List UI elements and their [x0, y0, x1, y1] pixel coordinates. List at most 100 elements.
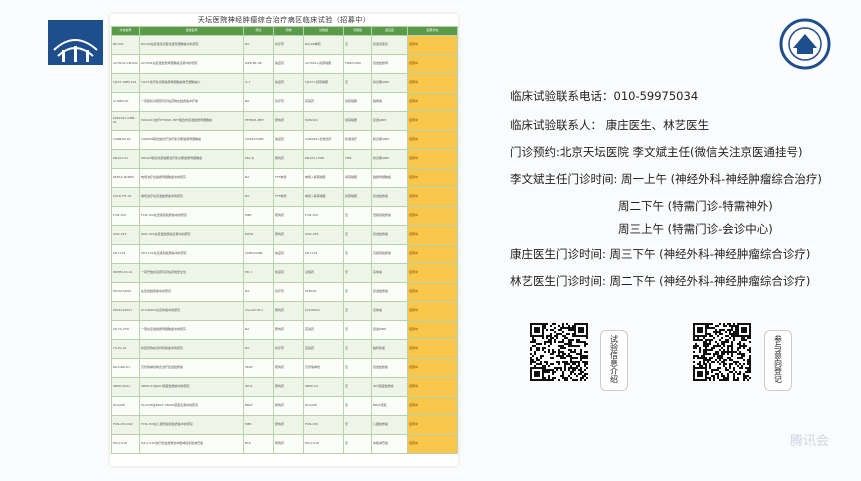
table-cell: WLHA-TRAN — [111, 282, 140, 302]
table-cell: VEGF — [243, 358, 274, 378]
table-row: CANBAN-02 CAN008联合放化疗治疗新诊断胶质母细胞瘤 CD95/CD95… — [111, 130, 458, 150]
table-row: BG-DRG-01 贝伐珠单抗联合治疗复发胶质瘤 VEGF 靶向药 贝伐珠单抗无复发胶质… — [111, 358, 458, 378]
table-cell: 胶质母细胞瘤 — [371, 168, 408, 188]
table-cell: ACT001在复发胶质母细胞瘤患者中的研究 — [139, 54, 244, 74]
document-title: 天坛医院神经肿瘤综合治疗病区临床试验（招募中） — [197, 16, 371, 24]
table-cell: IL-7 — [243, 73, 274, 93]
table-cell: 复发胶质瘤 — [371, 282, 408, 302]
kang-schedule: 康庄医生门诊时间: 周三下午 (神经外科-神经肿瘤综合诊疗) — [510, 247, 811, 261]
table-cell: 靶向药 — [273, 358, 304, 378]
lin-schedule: 林艺医生门诊时间: 周二下午 (神经外科-神经肿瘤综合诊疗) — [510, 274, 811, 288]
table-cell: 实验药 — [303, 320, 344, 340]
li-schedule-1: 李文斌主任门诊时间: 周一上午 (神经外科-神经肿瘤综合治疗) — [510, 172, 822, 186]
table-cell: 电场+替莫唑胺 — [303, 187, 344, 207]
table-cell: 招募中 — [407, 415, 458, 435]
contact-phone: 临床试验联系电话：010-59975034 — [510, 89, 699, 103]
table-cell: STB401 — [303, 282, 344, 302]
table-cell: 无 — [343, 206, 372, 226]
table-cell: TMZ — [343, 149, 372, 169]
table-cell: ACT001+替莫唑胺 — [303, 54, 344, 74]
table-cell: PKC-β — [243, 149, 274, 169]
table-cell: 免疫药 — [273, 263, 304, 283]
table-cell: NA — [243, 339, 274, 359]
register-qr-code[interactable] — [693, 323, 751, 381]
table-cell: 免疫药 — [273, 244, 304, 264]
table-cell: 招募中 — [407, 225, 458, 245]
table-cell: CD95/CD95L — [243, 130, 274, 150]
table-cell: NA — [243, 187, 274, 207]
table-cell: 复发胶质母 — [371, 54, 408, 74]
table-cell: 无 — [343, 377, 372, 397]
table-cell: 无 — [343, 73, 372, 93]
table-cell: PLB1001治疗PTPRZ1-MET融合的复发胶质母细胞瘤 — [139, 111, 244, 131]
table-cell: 靶向药 — [273, 396, 304, 416]
table-cell: NA — [243, 168, 274, 188]
table-cell: HLX208在BRAF V600E突变患者中的研究 — [139, 396, 244, 416]
table-cell: 免疫药 — [273, 73, 304, 93]
table-cell: HZ-A-018 — [111, 434, 140, 454]
table-cell: 招募中 — [407, 168, 458, 188]
table-cell: 招募中 — [407, 301, 458, 321]
table-cell: TJ107治疗新诊断胶质母细胞瘤淋巴细胞减少 — [139, 73, 244, 93]
table-header-cell: 方案编号 — [111, 26, 140, 36]
table-cell: PLB1001 — [303, 111, 344, 131]
table-cell: 招募中 — [407, 396, 458, 416]
table-cell: DB102+TMZ — [303, 149, 344, 169]
table-cell: 招募中 — [407, 244, 458, 264]
table-cell: 化疗药 — [273, 282, 304, 302]
table-cell: 复发GBM — [371, 111, 408, 131]
table-cell: YS-ZL-01 — [111, 339, 140, 359]
table-cell: BRAF突变 — [371, 396, 408, 416]
table-cell: 复发间变性 — [371, 35, 408, 55]
trial-info-qr-code[interactable] — [530, 323, 588, 381]
table-cell: FCN-159-002 — [111, 415, 140, 435]
table-cell: 低级别胶质瘤 — [371, 206, 408, 226]
table-cell: 新诊断GBM — [371, 73, 408, 93]
table-cell: HZ-A-018 — [303, 434, 344, 454]
table-cell: 化疗药 — [273, 339, 304, 359]
table-cell: MEK — [243, 415, 274, 435]
table-cell: 招募中 — [407, 92, 458, 112]
table-row: TJ107-GBM-201 TJ107治疗新诊断胶质母细胞瘤淋巴细胞减少 IL-7 免… — [111, 73, 458, 93]
table-cell: 电场治疗在胶质母细胞瘤中的研究 — [139, 168, 244, 188]
table-cell: 复发GBM — [371, 320, 408, 340]
table-cell: GNC-035在复发胶质瘤患者中的研究 — [139, 225, 244, 245]
table-cell: Claudin18.2 — [243, 301, 274, 321]
table-cell: 新型药物在颅内转移瘤中的研究 — [139, 339, 244, 359]
table-cell: KPCKY10001 — [111, 301, 140, 321]
table-cell: NA — [243, 320, 274, 340]
table-cell: ABSD-01在IDH突变胶质瘤中的研究 — [139, 377, 244, 397]
table-cell: 贝伐珠单抗 — [303, 358, 344, 378]
table-cell: 靶向药 — [273, 206, 304, 226]
table-cell: 靶向药 — [273, 434, 304, 454]
table-row: GNC-015 GNC-035在复发胶质瘤患者中的研究 EGFR 靶向药 GNC-035… — [111, 225, 458, 245]
table-row: PWHM-03-01 一项开放标签研究评估药物安全性 PD-1 免疫药 试验药无实体瘤招… — [111, 263, 458, 283]
table-cell: LY-GBM-01 — [111, 92, 140, 112]
table-cell: 实体瘤 — [371, 301, 408, 321]
table-row: FCN-159 FCN-159在低级别胶质瘤中的研究 MEK 靶向药 FCN-159 无低… — [111, 206, 458, 226]
table-cell: 化疗药 — [273, 35, 304, 55]
table-cell: NA — [243, 282, 274, 302]
table-cell: FCN-159在低级别胶质瘤中的研究 — [139, 206, 244, 226]
table-cell: 中枢淋巴瘤 — [371, 434, 408, 454]
table-cell: IKKβ,NF-κB — [243, 54, 274, 74]
table-cell: 脑转移瘤 — [371, 339, 408, 359]
table-cell: 标准治疗 — [343, 130, 372, 150]
table-cell: 靶向药 — [273, 301, 304, 321]
table-cell: HLX208 — [111, 396, 140, 416]
table-cell: 靶向药 — [273, 415, 304, 435]
table-cell: EGFR — [243, 225, 274, 245]
table-cell: 实验药 — [303, 339, 344, 359]
table-cell: RA106单药 — [303, 35, 344, 55]
table-row: KPCKY10001 KY100001在实体瘤中的研究 Claudin18.2 靶向药… — [111, 301, 458, 321]
table-cell: 替莫唑胺 — [343, 92, 372, 112]
table-cell: 化疗药 — [273, 92, 304, 112]
table-row: AP-7C-CTD 一项在复发胶质母细胞瘤中的研究 NA 靶向药 实验药无复发GBM 招募… — [111, 320, 458, 340]
table-cell: 靶向药 — [273, 377, 304, 397]
table-row: LY-GBM-01 一项随机对照研究评估药物在胶质瘤中疗效 NA 化疗药 实验药 替莫唑胺… — [111, 92, 458, 112]
table-header-cell: 药物 — [273, 26, 304, 36]
table-cell: 无 — [343, 358, 372, 378]
table-cell: CAN008+标准治疗 — [303, 130, 344, 150]
table-cell: 一项在复发胶质母细胞瘤中的研究 — [139, 320, 244, 340]
trial-list-document: 天坛医院神经肿瘤综合治疗病区临床试验（招募中） 方案编号 试验名称 靶点 药物 试验组对… — [110, 14, 458, 466]
